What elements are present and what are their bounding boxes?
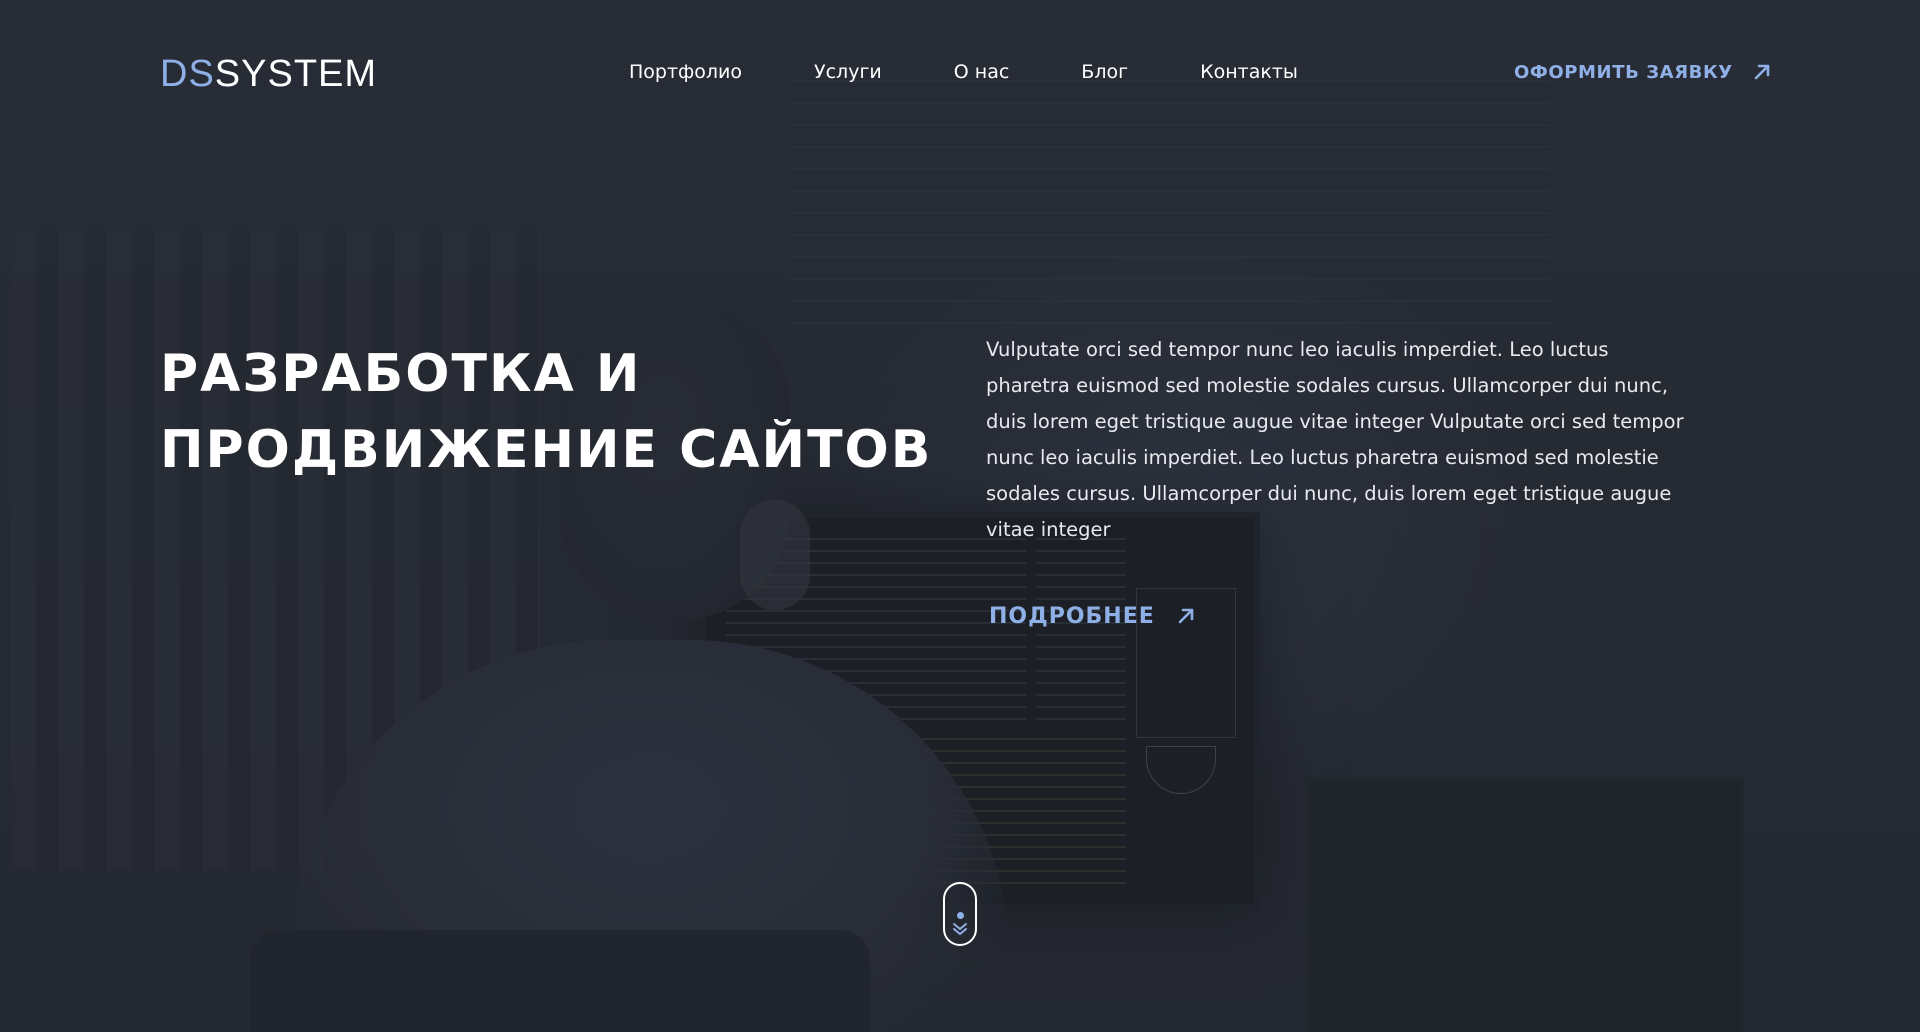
- nav-item-portfolio[interactable]: Портфолио: [629, 58, 742, 86]
- scroll-down-indicator[interactable]: [943, 882, 977, 946]
- order-request-button[interactable]: ОФОРМИТЬ ЗАЯВКУ: [1514, 58, 1773, 86]
- hero-description: Vulputate orci sed tempor nunc leo iacul…: [986, 338, 1684, 541]
- site-logo[interactable]: DS SYSTEM: [160, 53, 378, 95]
- logo-part-ds: DS: [160, 53, 215, 95]
- arrow-up-right-icon: [1751, 61, 1773, 83]
- more-label: ПОДРОБНЕЕ: [989, 603, 1155, 629]
- hero-title-line1: РАЗРАБОТКА И: [160, 344, 642, 404]
- chevron-double-down-icon: [951, 922, 969, 936]
- nav-item-contacts[interactable]: Контакты: [1200, 58, 1298, 86]
- site-header: DS SYSTEM Портфолио Услуги О нас Блог Кон…: [0, 0, 1920, 150]
- hero-title-line2: ПРОДВИЖЕНИЕ САЙТОВ: [160, 420, 933, 480]
- order-request-label: ОФОРМИТЬ ЗАЯВКУ: [1514, 61, 1733, 83]
- nav-item-blog[interactable]: Блог: [1081, 58, 1128, 86]
- nav-item-about[interactable]: О нас: [954, 58, 1010, 86]
- logo-part-system: SYSTEM: [214, 53, 378, 95]
- more-button[interactable]: ПОДРОБНЕЕ: [989, 600, 1197, 632]
- hero-title: РАЗРАБОТКА И ПРОДВИЖЕНИЕ САЙТОВ: [160, 336, 980, 488]
- main-nav: Портфолио Услуги О нас Блог Контакты: [629, 58, 1298, 86]
- scroll-dot: [956, 912, 964, 919]
- nav-item-services[interactable]: Услуги: [814, 58, 882, 86]
- arrow-up-right-icon: [1175, 605, 1197, 627]
